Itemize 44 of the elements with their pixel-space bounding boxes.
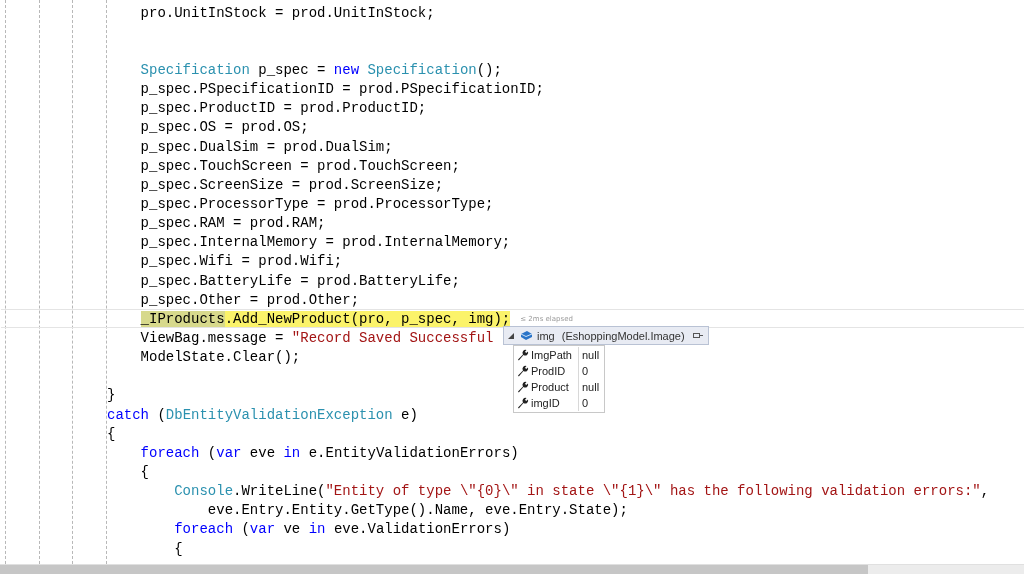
member-name: ImgPath	[531, 349, 573, 361]
member-name: Product	[531, 381, 570, 393]
member-name: imgID	[531, 397, 561, 409]
code-line: Specification p_spec = new Specification();	[140, 62, 502, 78]
horizontal-scrollbar[interactable]	[0, 564, 1024, 574]
variable-type: (EshoppingModel.Image)	[561, 329, 685, 342]
member-value: null	[578, 379, 600, 395]
wrench-icon	[517, 397, 529, 409]
code-line: p_spec.ScreenSize = prod.ScreenSize;	[140, 176, 444, 193]
code-line: {	[174, 540, 183, 557]
code-line: p_spec.OS = prod.OS;	[140, 119, 309, 136]
code-line: ViewBag.message = "Record Saved Successful	[140, 329, 494, 346]
code-line: foreach (var eve in e.EntityValidationErrors)	[140, 444, 519, 461]
expand-arrow-icon[interactable]	[508, 332, 514, 339]
code-line: {	[140, 463, 149, 480]
code-line: p_spec.ProductID = prod.ProductID;	[140, 100, 427, 117]
pin-icon[interactable]	[692, 332, 703, 339]
variable-name: img	[537, 329, 555, 342]
code-line: p_spec.ProcessorType = prod.ProcessorType;	[140, 195, 494, 212]
code-line: p_spec.BatteryLife = prod.BatteryLife;	[140, 272, 460, 289]
code-line: {	[107, 425, 116, 442]
code-line: catch (DbEntityValidationException e)	[107, 406, 418, 423]
code-line: p_spec.TouchScreen = prod.TouchScreen;	[140, 157, 460, 174]
wrench-icon	[517, 381, 529, 393]
code-line: pro.UnitInStock = prod.UnitInStock;	[140, 4, 435, 21]
member-value: 0	[578, 395, 589, 411]
code-line: p_spec.InternalMemory = prod.InternalMemory;	[140, 234, 511, 251]
code-line: foreach (var ve in eve.ValidationErrors)	[174, 521, 511, 538]
member-name: ProdID	[531, 365, 567, 377]
code-line: p_spec.Other = prod.Other;	[140, 291, 360, 308]
code-line: p_spec.PSpecificationID = prod.PSpecificationID;	[140, 81, 544, 98]
member-value: null	[578, 347, 600, 363]
code-line: eve.Entry.Entity.GetType().Name, eve.Entry.State);	[207, 502, 628, 519]
object-icon	[520, 330, 533, 341]
code-line: Console.WriteLine("Entity of type \"{0}\" in state \"{1}\" has the following validation errors:",	[174, 483, 990, 500]
wrench-icon	[517, 349, 529, 361]
code-line: p_spec.DualSim = prod.DualSim;	[140, 138, 393, 155]
datatip-header[interactable]: img (EshoppingModel.Image)	[503, 326, 709, 345]
member-value: 0	[578, 363, 589, 379]
code-line: p_spec.RAM = prod.RAM;	[140, 215, 326, 232]
code-line: ModelState.Clear();	[140, 349, 301, 366]
code-line: }	[107, 387, 116, 404]
code-line: p_spec.Wifi = prod.Wifi;	[140, 253, 343, 270]
wrench-icon	[517, 365, 529, 377]
